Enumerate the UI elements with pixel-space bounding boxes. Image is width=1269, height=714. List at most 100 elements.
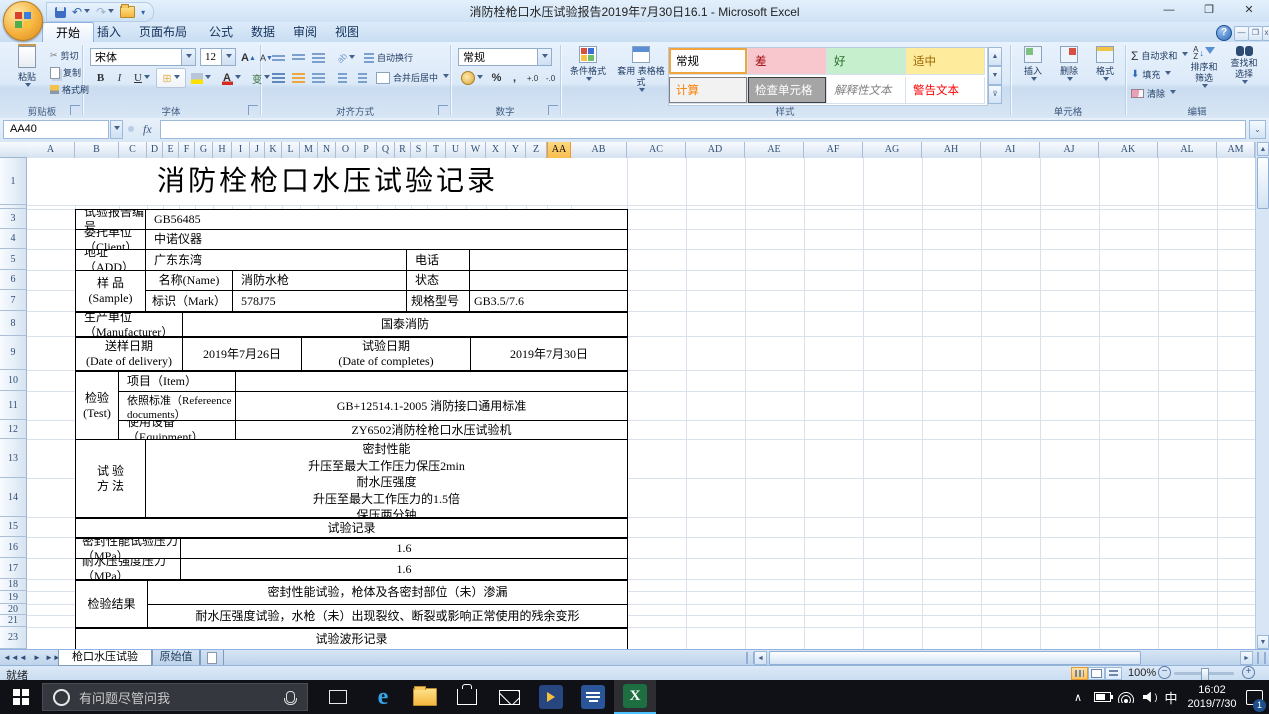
row-header-8[interactable]: 8 bbox=[0, 311, 27, 336]
page-break-view-button[interactable] bbox=[1105, 667, 1122, 680]
cell-mark-label[interactable]: 标识（Mark） bbox=[145, 290, 232, 311]
row-header-11[interactable]: 11 bbox=[0, 391, 27, 420]
column-header-J[interactable]: J bbox=[250, 142, 265, 158]
row-header-12[interactable]: 12 bbox=[0, 420, 27, 439]
cell-equipment-label[interactable]: 使用设备（Equipment） bbox=[118, 420, 235, 439]
style-normal[interactable]: 常规 bbox=[669, 48, 748, 75]
close-button[interactable]: ✕ bbox=[1229, 0, 1269, 22]
cell-test-date-label[interactable]: 试验日期 (Date of completes) bbox=[301, 336, 470, 370]
format-painter-button[interactable]: 格式刷 bbox=[50, 81, 89, 98]
hscroll-right-arrow[interactable]: ► bbox=[1240, 651, 1253, 665]
formula-bar-splitter[interactable] bbox=[128, 126, 134, 132]
row-header-1[interactable]: 1 bbox=[0, 158, 27, 205]
cell-result-seal[interactable]: 密封性能试验，枪体及各密封部位（未）渗漏 bbox=[147, 579, 627, 604]
align-bottom-button[interactable] bbox=[308, 48, 329, 68]
hscroll-resize-handle[interactable] bbox=[1257, 652, 1266, 664]
column-header-AK[interactable]: AK bbox=[1099, 142, 1158, 158]
cell-address-value[interactable]: 广东东湾 bbox=[145, 249, 406, 270]
styles-scroll-down[interactable]: ▼ bbox=[988, 66, 1002, 85]
cell-seal-pressure-value[interactable]: 1.6 bbox=[180, 537, 627, 558]
row-header-4[interactable]: 4 bbox=[0, 229, 27, 249]
scroll-up-arrow[interactable]: ▲ bbox=[1257, 142, 1269, 156]
column-header-Y[interactable]: Y bbox=[506, 142, 526, 158]
column-header-AI[interactable]: AI bbox=[981, 142, 1040, 158]
cell-method-label[interactable]: 试 验 方 法 bbox=[75, 439, 145, 517]
merge-center-button[interactable]: 合并后居中 bbox=[376, 69, 449, 86]
normal-view-button[interactable] bbox=[1071, 667, 1088, 680]
column-header-AA[interactable]: AA bbox=[547, 142, 571, 158]
workbook-close-button[interactable]: x bbox=[1262, 26, 1269, 41]
save-button[interactable] bbox=[55, 7, 66, 18]
taskbar-explorer[interactable] bbox=[404, 680, 446, 714]
horizontal-scroll-thumb[interactable] bbox=[769, 651, 1141, 665]
cell-client-value[interactable]: 中诺仪器 bbox=[145, 229, 627, 249]
row-header-18[interactable]: 18 bbox=[0, 579, 27, 591]
column-header-R[interactable]: R bbox=[395, 142, 411, 158]
font-size-combo[interactable]: 12 bbox=[200, 48, 236, 66]
autosum-button[interactable]: Σ自动求和 bbox=[1131, 47, 1188, 64]
style-calculation[interactable]: 计算 bbox=[669, 77, 748, 104]
cell-tel-value[interactable] bbox=[469, 249, 627, 270]
column-header-AD[interactable]: AD bbox=[686, 142, 745, 158]
insert-worksheet-tab[interactable] bbox=[200, 650, 224, 666]
borders-button[interactable]: ⊞ bbox=[156, 68, 186, 88]
cell-standard-label[interactable]: 依照标准（Refereence documents） bbox=[118, 391, 235, 420]
zoom-out-button[interactable]: − bbox=[1158, 666, 1171, 679]
style-warning[interactable]: 警告文本 bbox=[906, 77, 985, 104]
minimize-button[interactable]: — bbox=[1149, 0, 1189, 22]
column-header-S[interactable]: S bbox=[411, 142, 427, 158]
tray-clock[interactable]: 16:022019/7/30 bbox=[1184, 680, 1240, 714]
row-header-7[interactable]: 7 bbox=[0, 290, 27, 311]
column-header-E[interactable]: E bbox=[163, 142, 179, 158]
first-sheet-button[interactable]: ◄◄ bbox=[3, 652, 15, 664]
cell-spec-value[interactable]: GB3.5/7.6 bbox=[469, 290, 627, 311]
tab-page-layout[interactable]: 页面布局 bbox=[126, 22, 200, 42]
row-header-9[interactable]: 9 bbox=[0, 336, 27, 370]
row-header-6[interactable]: 6 bbox=[0, 270, 27, 290]
cell-manufacturer-label[interactable]: 生产单位（Manufacturer） bbox=[75, 311, 182, 336]
taskbar-search[interactable]: 有问题尽管问我 bbox=[42, 683, 308, 711]
column-header-F[interactable]: F bbox=[179, 142, 195, 158]
align-right-button[interactable] bbox=[308, 68, 329, 88]
row-header-16[interactable]: 16 bbox=[0, 537, 27, 558]
delete-cells-button[interactable]: 删除 bbox=[1052, 46, 1086, 104]
row-header-3[interactable]: 3 bbox=[0, 209, 27, 229]
accounting-format-button[interactable] bbox=[458, 68, 486, 88]
column-header-Z[interactable]: Z bbox=[526, 142, 547, 158]
cell-equipment-value[interactable]: ZY6502消防栓枪口水压试验机 bbox=[235, 420, 627, 439]
row-header-21[interactable]: 21 bbox=[0, 615, 27, 627]
alignment-dialog-launcher[interactable] bbox=[438, 105, 448, 115]
sheet-tab-active[interactable]: 枪口水压试验 bbox=[58, 650, 152, 666]
increase-indent-button[interactable] bbox=[352, 68, 373, 88]
cell-report-no-label[interactable]: 试验报告编号 bbox=[75, 209, 145, 229]
paste-button[interactable]: 粘贴 bbox=[4, 46, 50, 104]
style-explanatory[interactable]: 解释性文本 bbox=[827, 77, 906, 104]
fill-color-button[interactable] bbox=[186, 68, 216, 88]
clipboard-dialog-launcher[interactable] bbox=[70, 105, 80, 115]
cell-strength-pressure-value[interactable]: 1.6 bbox=[180, 558, 627, 579]
vertical-scroll-thumb[interactable] bbox=[1257, 157, 1269, 209]
cell-name-label[interactable]: 名称(Name) bbox=[145, 270, 232, 290]
align-top-button[interactable] bbox=[268, 48, 289, 68]
taskbar-store[interactable] bbox=[446, 680, 488, 714]
cell-test-record-header[interactable]: 试验记录 bbox=[75, 517, 627, 537]
sheet-tab-raw[interactable]: 原始值 bbox=[152, 650, 200, 666]
row-header-10[interactable]: 10 bbox=[0, 370, 27, 391]
column-header-P[interactable]: P bbox=[356, 142, 377, 158]
column-header-AG[interactable]: AG bbox=[863, 142, 922, 158]
column-header-M[interactable]: M bbox=[300, 142, 318, 158]
clear-button[interactable]: 清除 bbox=[1131, 85, 1176, 102]
column-header-AH[interactable]: AH bbox=[922, 142, 981, 158]
open-button[interactable] bbox=[120, 6, 135, 18]
column-header-AC[interactable]: AC bbox=[627, 142, 686, 158]
underline-button[interactable]: U bbox=[128, 68, 156, 88]
align-center-button[interactable] bbox=[288, 68, 309, 88]
style-good[interactable]: 好 bbox=[827, 48, 906, 75]
copy-button[interactable]: 复制 bbox=[50, 64, 81, 81]
action-center-button[interactable]: 1 bbox=[1240, 680, 1269, 714]
insert-cells-button[interactable]: 插入 bbox=[1016, 46, 1050, 104]
number-format-combo[interactable]: 常规 bbox=[458, 48, 552, 66]
cell-standard-value[interactable]: GB+12514.1-2005 消防接口通用标准 bbox=[235, 391, 627, 420]
cell-result-strength[interactable]: 耐水压强度试验，水枪（未）出现裂纹、断裂或影响正常使用的残余变形 bbox=[147, 604, 627, 627]
office-button[interactable] bbox=[3, 1, 43, 41]
